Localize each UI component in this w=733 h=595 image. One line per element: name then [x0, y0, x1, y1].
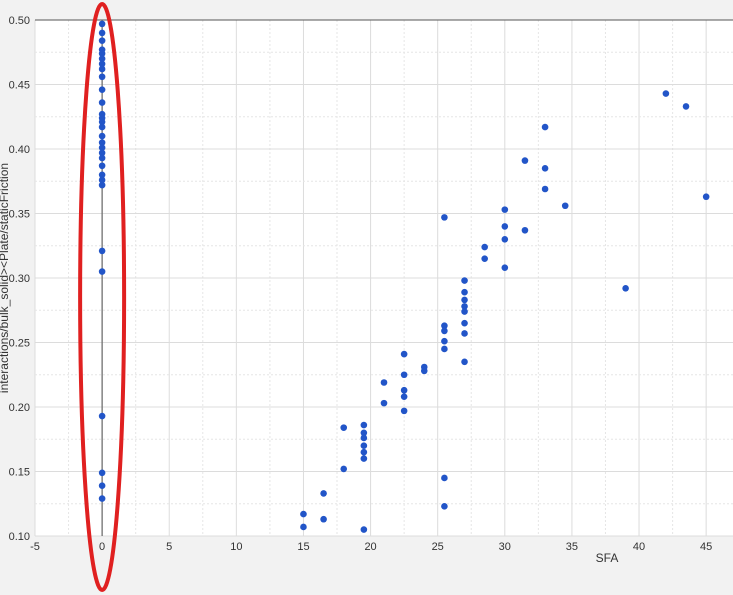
data-point — [300, 510, 307, 518]
y-tick-label: 0.10 — [9, 531, 30, 543]
data-point — [98, 29, 106, 37]
x-tick-label: 0 — [99, 541, 105, 553]
data-point — [441, 345, 448, 353]
data-point — [360, 526, 368, 533]
x-axis-title: SFA — [596, 551, 619, 565]
x-tick-label: 45 — [700, 541, 712, 553]
data-point — [441, 503, 448, 510]
data-point — [98, 99, 106, 106]
data-point — [98, 482, 106, 489]
data-point — [501, 206, 509, 213]
data-point — [461, 319, 468, 327]
data-point — [380, 379, 388, 386]
data-point — [561, 202, 569, 210]
data-point — [98, 162, 106, 170]
data-point — [98, 37, 106, 44]
y-tick-labels: 0.10 0.15 0.20 0.25 0.30 0.35 0.40 0.45 0.50 — [9, 15, 30, 543]
x-tick-label: 25 — [432, 541, 444, 553]
x-tick-label: 20 — [364, 541, 376, 553]
data-point — [300, 523, 307, 531]
data-point — [702, 193, 710, 201]
y-tick-label: 0.25 — [9, 338, 30, 350]
data-point — [400, 393, 408, 400]
data-point — [98, 20, 106, 28]
data-point — [461, 308, 468, 315]
data-point — [98, 469, 106, 477]
y-tick-label: 0.15 — [9, 467, 30, 479]
scatter-chart: -5 0 5 10 15 20 25 30 35 40 45 0.10 0.15 0.20 0.25 0.3… — [0, 2, 733, 592]
data-point — [400, 407, 408, 415]
data-point — [400, 371, 408, 379]
x-tick-label: 35 — [566, 541, 578, 553]
data-point — [98, 86, 106, 93]
data-point — [461, 277, 468, 284]
x-tick-label: 30 — [499, 541, 511, 553]
data-point — [501, 236, 509, 243]
data-point — [521, 226, 529, 234]
data-point — [461, 288, 468, 296]
y-tick-label: 0.50 — [9, 15, 30, 27]
data-point — [461, 330, 468, 337]
y-tick-label: 0.40 — [9, 144, 30, 156]
data-point — [98, 412, 106, 420]
data-point — [400, 386, 408, 394]
data-point — [340, 465, 348, 473]
y-tick-label: 0.35 — [9, 209, 30, 221]
data-point — [98, 247, 106, 255]
data-point — [360, 421, 368, 429]
data-point — [320, 490, 327, 497]
data-point — [98, 123, 106, 131]
data-point — [441, 327, 448, 335]
data-point — [340, 424, 348, 431]
data-point — [98, 495, 106, 502]
data-point — [98, 154, 106, 162]
y-tick-label: 0.45 — [9, 80, 30, 92]
y-tick-label: 0.20 — [9, 402, 30, 414]
x-tick-label: 10 — [230, 541, 242, 553]
data-point — [380, 399, 388, 407]
data-point — [662, 90, 670, 97]
data-point — [481, 255, 488, 262]
data-point — [360, 448, 368, 456]
data-point — [360, 434, 368, 442]
data-point — [682, 103, 690, 110]
chart-frame: -5 0 5 10 15 20 25 30 35 40 45 0.10 0.15 0.20 0.25 0.3… — [0, 0, 733, 595]
data-point — [360, 442, 368, 450]
data-point — [541, 123, 549, 131]
data-point — [400, 350, 408, 358]
x-tick-label: 40 — [633, 541, 645, 553]
data-point — [541, 185, 549, 193]
x-tick-label: 5 — [166, 541, 172, 553]
data-point — [501, 264, 509, 271]
x-tick-label: 15 — [297, 541, 309, 553]
data-point — [320, 515, 327, 523]
data-point — [461, 296, 468, 304]
data-point — [98, 73, 106, 81]
data-point — [441, 214, 448, 221]
data-point — [461, 358, 468, 366]
data-point — [98, 268, 106, 275]
y-tick-label: 0.30 — [9, 273, 30, 285]
data-point — [541, 165, 549, 172]
data-point — [481, 243, 488, 251]
data-point — [360, 455, 368, 462]
data-point — [98, 181, 106, 189]
data-point — [98, 65, 106, 73]
data-point — [501, 223, 509, 230]
y-axis-title: interactions/bulk_solid><Plate/staticFri… — [0, 163, 11, 393]
data-point — [521, 157, 529, 164]
data-point — [441, 337, 448, 345]
data-point — [622, 285, 629, 292]
data-point — [420, 367, 428, 375]
data-point — [98, 132, 106, 140]
data-point — [441, 474, 448, 482]
x-tick-label: -5 — [30, 541, 40, 553]
